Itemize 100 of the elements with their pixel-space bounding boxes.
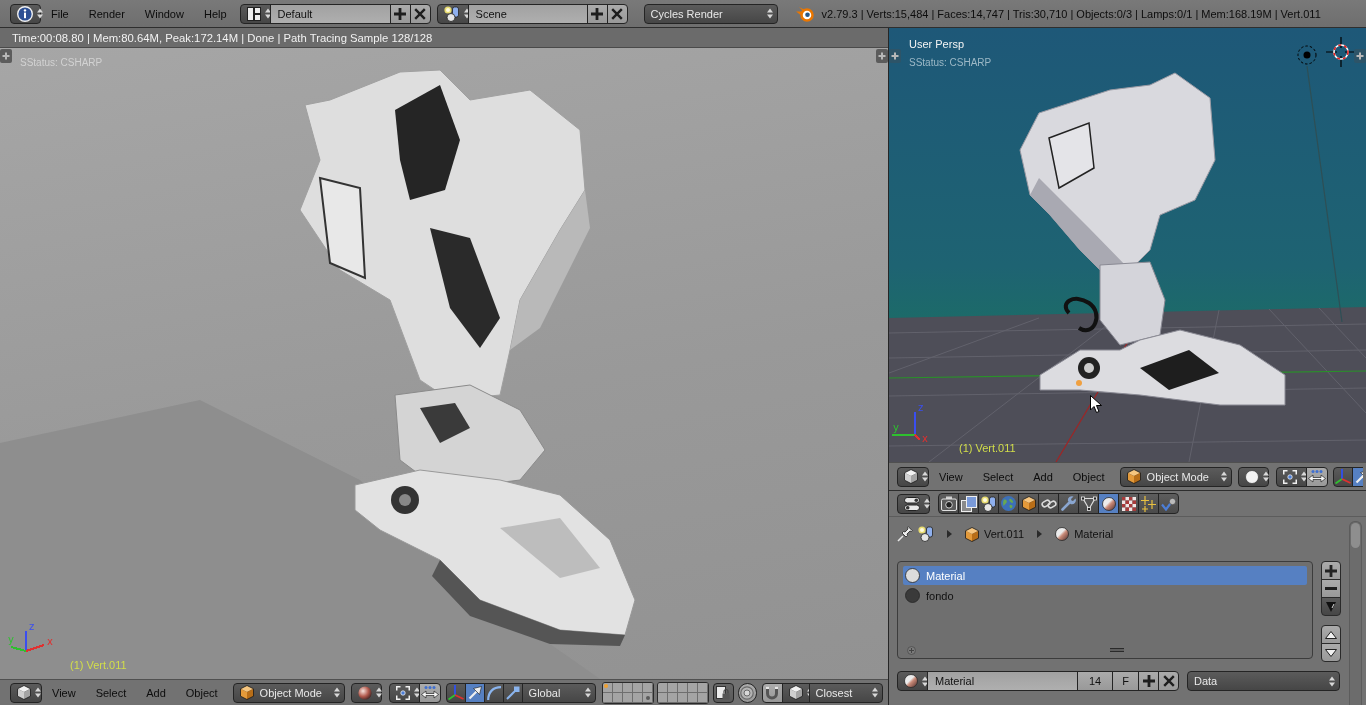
properties-tab[interactable] <box>1098 493 1119 514</box>
material-name-field[interactable]: Material <box>927 671 1078 691</box>
material-slot[interactable]: Material <box>903 566 1307 585</box>
rotate-button[interactable] <box>483 682 504 703</box>
resize-grip-icon[interactable] <box>1110 648 1124 652</box>
manipulator-toggle[interactable] <box>445 682 466 703</box>
mode-dropdown[interactable]: Object Mode <box>1119 466 1232 487</box>
unlink-button[interactable] <box>1158 671 1179 691</box>
menu-item[interactable]: View <box>929 466 973 487</box>
add-button[interactable] <box>389 3 411 24</box>
updown-arrows-icon <box>37 8 43 19</box>
editor-type-dropdown[interactable] <box>897 493 930 514</box>
pivot-align-toggle[interactable] <box>418 682 441 703</box>
render-engine-dropdown[interactable]: Cycles Render <box>643 3 778 24</box>
delete-button[interactable] <box>606 3 628 24</box>
properties-tab[interactable] <box>1038 493 1059 514</box>
layer-button[interactable] <box>602 692 613 703</box>
layer-button[interactable] <box>622 682 633 693</box>
menu-item[interactable]: View <box>42 682 86 703</box>
scrollbar-thumb[interactable] <box>1351 523 1360 548</box>
properties-tab[interactable] <box>1158 493 1179 514</box>
layer-button[interactable] <box>612 682 623 693</box>
editor-type-dropdown[interactable] <box>10 3 41 24</box>
properties-tab[interactable] <box>1138 493 1159 514</box>
layer-button[interactable] <box>657 692 668 703</box>
scene-stats-text: v2.79.3 | Verts:15,484 | Faces:14,747 | Tris:30,710 | Objects:0/3 | Lamps:0/1 | Mem:168.19M | Vert.011 <box>821 7 1321 20</box>
move-down-button[interactable] <box>1321 643 1341 662</box>
primitives-icon <box>443 5 460 22</box>
manipulator-toggle[interactable] <box>1332 466 1353 487</box>
breadcrumb-label: Vert.011 <box>984 528 1025 540</box>
remove-slot-button[interactable] <box>1321 579 1341 598</box>
plus-tab-icon[interactable] <box>0 49 12 63</box>
layout-dropdown[interactable] <box>239 3 271 24</box>
pivot-align-toggle[interactable] <box>1305 466 1328 487</box>
snap-target-dropdown[interactable]: Closest <box>808 682 883 703</box>
scale-arrow-icon <box>505 685 520 700</box>
pivot-dropdown[interactable] <box>388 682 420 703</box>
properties-tab[interactable] <box>938 493 959 514</box>
menu-item[interactable]: Select <box>972 466 1024 487</box>
updown-arrows-icon <box>1220 471 1227 482</box>
lamp-icon[interactable] <box>1297 45 1317 65</box>
translate-button[interactable] <box>1351 466 1363 487</box>
menu-item[interactable]: Window <box>134 3 194 24</box>
snap-element-dropdown[interactable] <box>781 682 810 703</box>
fake-user-button[interactable]: F <box>1112 671 1139 691</box>
users-count-button[interactable]: 14 <box>1077 671 1113 691</box>
layer-button[interactable] <box>642 682 653 693</box>
plus-tab-icon[interactable] <box>876 49 888 63</box>
layer-button[interactable] <box>697 682 708 693</box>
mode-dropdown[interactable]: Object Mode <box>232 682 345 703</box>
link-dropdown[interactable]: Data <box>1187 671 1340 691</box>
shading-dropdown[interactable] <box>350 682 382 703</box>
layout-name-field[interactable]: Default <box>269 3 391 24</box>
pivot-icon <box>395 685 410 700</box>
lock-toggle[interactable] <box>712 682 734 703</box>
view-name-label: User Persp <box>909 38 965 50</box>
pin-icon[interactable] <box>897 526 913 542</box>
menu-item[interactable]: Help <box>193 3 237 24</box>
menu-item[interactable]: Add <box>136 682 176 703</box>
specials-dropdown[interactable] <box>1321 597 1341 616</box>
properties-tab[interactable] <box>1078 493 1099 514</box>
plus-icon <box>1325 564 1337 577</box>
scene-dropdown[interactable] <box>436 3 469 24</box>
camera-icon <box>940 496 957 511</box>
layer-button[interactable] <box>632 682 643 693</box>
editor-type-dropdown[interactable] <box>10 682 42 703</box>
layer-button[interactable] <box>687 682 698 693</box>
plus-tab-icon[interactable] <box>889 49 901 63</box>
scale-button[interactable] <box>502 682 523 703</box>
layer-button[interactable] <box>667 682 678 693</box>
plus-tab-icon[interactable] <box>1354 49 1366 63</box>
3d-cursor-icon[interactable] <box>1325 36 1357 68</box>
properties-tab[interactable] <box>1058 493 1079 514</box>
pivot-dropdown[interactable] <box>1275 466 1307 487</box>
properties-tab[interactable] <box>958 493 979 514</box>
delete-button[interactable] <box>409 3 431 24</box>
editor-type-dropdown[interactable] <box>897 466 929 487</box>
menu-item[interactable]: Render <box>78 3 135 24</box>
layer-button[interactable] <box>602 682 613 693</box>
properties-tab[interactable] <box>1118 493 1139 514</box>
material-browse-dropdown[interactable] <box>897 671 928 691</box>
menu-item[interactable]: File <box>41 3 79 24</box>
translate-button[interactable] <box>464 682 485 703</box>
move-up-button[interactable] <box>1321 625 1341 644</box>
scene-name-field[interactable]: Scene <box>467 3 588 24</box>
layer-button[interactable] <box>657 682 668 693</box>
menu-item[interactable]: Add <box>1023 466 1063 487</box>
menu-item[interactable]: Select <box>85 682 137 703</box>
add-button[interactable] <box>586 3 608 24</box>
snap-toggle[interactable] <box>761 682 783 703</box>
properties-tab[interactable] <box>1018 493 1039 514</box>
properties-tab[interactable] <box>978 493 999 514</box>
shading-dropdown[interactable] <box>1237 466 1269 487</box>
proportional-toggle[interactable] <box>737 682 757 703</box>
new-material-button[interactable] <box>1138 671 1159 691</box>
orientation-dropdown[interactable]: Global <box>521 682 596 703</box>
menu-item[interactable]: Object <box>1062 466 1115 487</box>
material-slot[interactable]: fondo <box>903 586 1307 605</box>
layer-button[interactable] <box>677 682 688 693</box>
menu-item[interactable]: Object <box>175 682 228 703</box>
